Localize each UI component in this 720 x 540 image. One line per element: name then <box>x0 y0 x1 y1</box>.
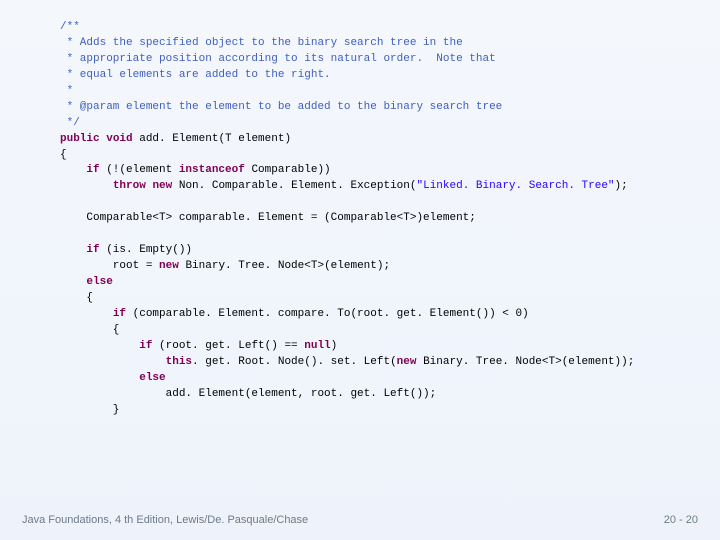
kw-null: null <box>304 340 330 352</box>
footer-right: 20 - 20 <box>664 514 698 526</box>
kw-if: if <box>139 340 152 352</box>
indent <box>60 356 166 368</box>
code-text: ); <box>615 180 628 192</box>
kw-instanceof: instanceof <box>179 164 245 176</box>
javadoc-line: */ <box>60 117 80 129</box>
code-text: Comparable)) <box>245 164 331 176</box>
brace: { <box>60 324 119 336</box>
javadoc-line: * @param element the element to be added… <box>60 101 502 113</box>
kw-new: new <box>159 260 179 272</box>
kw-public: public <box>60 133 100 145</box>
indent <box>60 180 113 192</box>
javadoc-line: * Adds the specified object to the binar… <box>60 37 463 49</box>
method-sig: add. Element(T element) <box>133 133 291 145</box>
kw-this: this <box>166 356 192 368</box>
indent <box>60 244 86 256</box>
brace: } <box>60 404 119 416</box>
code-text: (!(element <box>100 164 179 176</box>
kw-else: else <box>86 276 112 288</box>
indent <box>60 372 139 384</box>
javadoc-line: /** <box>60 21 80 33</box>
javadoc-line: * appropriate position according to its … <box>60 53 496 65</box>
code-text: . get. Root. Node(). set. Left( <box>192 356 397 368</box>
kw-if: if <box>113 308 126 320</box>
javadoc-line: * <box>60 85 73 97</box>
code-text: root = <box>60 260 159 272</box>
brace: { <box>60 149 67 161</box>
code-block: /** * Adds the specified object to the b… <box>60 20 680 418</box>
slide: /** * Adds the specified object to the b… <box>0 0 720 540</box>
code-line: add. Element(element, root. get. Left())… <box>60 388 436 400</box>
kw-throw: throw <box>113 180 146 192</box>
code-text: (comparable. Element. compare. To(root. … <box>126 308 529 320</box>
indent <box>60 164 86 176</box>
footer-left: Java Foundations, 4 th Edition, Lewis/De… <box>22 514 308 526</box>
code-text: Binary. Tree. Node<T>(element); <box>179 260 390 272</box>
indent <box>60 340 139 352</box>
code-text: (root. get. Left() == <box>152 340 304 352</box>
javadoc-line: * equal elements are added to the right. <box>60 69 331 81</box>
kw-void: void <box>106 133 132 145</box>
code-text: Non. Comparable. Element. Exception( <box>172 180 416 192</box>
code-line: Comparable<T> comparable. Element = (Com… <box>60 212 476 224</box>
indent <box>60 276 86 288</box>
kw-if: if <box>86 244 99 256</box>
brace: { <box>60 292 93 304</box>
string-literal: "Linked. Binary. Search. Tree" <box>417 180 615 192</box>
kw-else: else <box>139 372 165 384</box>
kw-if: if <box>86 164 99 176</box>
code-text: ) <box>331 340 338 352</box>
indent <box>60 308 113 320</box>
kw-new: new <box>152 180 172 192</box>
code-text: (is. Empty()) <box>100 244 192 256</box>
kw-new: new <box>397 356 417 368</box>
code-text: Binary. Tree. Node<T>(element)); <box>416 356 634 368</box>
